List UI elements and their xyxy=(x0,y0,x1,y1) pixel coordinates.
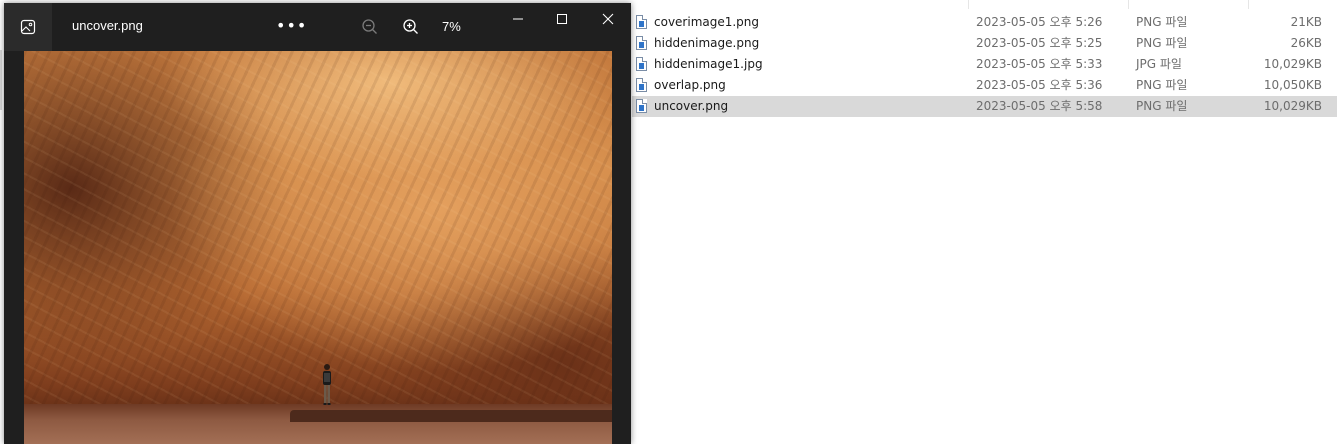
file-type: PNG 파일 xyxy=(1136,78,1188,92)
image-file-icon xyxy=(636,78,647,92)
pane-edge xyxy=(0,50,2,110)
image-file-icon xyxy=(636,36,647,50)
file-name: uncover.png xyxy=(654,99,729,113)
file-row-overlap[interactable]: overlap.png 2023-05-05 오후 5:36 PNG 파일 10… xyxy=(632,75,1337,96)
file-size: 21KB xyxy=(1290,15,1322,29)
screen: coverimage1.png 2023-05-05 오후 5:26 PNG 파… xyxy=(0,0,1337,444)
file-size: 10,050KB xyxy=(1263,78,1322,92)
file-date: 2023-05-05 오후 5:36 xyxy=(976,78,1103,92)
close-icon xyxy=(602,13,614,25)
column-separator[interactable] xyxy=(1248,0,1249,9)
file-size: 10,029KB xyxy=(1263,57,1322,71)
file-size: 26KB xyxy=(1290,36,1322,50)
zoom-out-icon xyxy=(362,19,377,34)
file-date: 2023-05-05 오후 5:26 xyxy=(976,15,1103,29)
file-row-coverimage1[interactable]: coverimage1.png 2023-05-05 오후 5:26 PNG 파… xyxy=(632,12,1337,33)
image-file-icon xyxy=(636,99,647,113)
file-type: PNG 파일 xyxy=(1136,99,1188,113)
minimize-icon xyxy=(513,18,523,20)
displayed-photo[interactable] xyxy=(24,51,612,444)
maximize-button[interactable] xyxy=(539,3,585,35)
file-row-uncover[interactable]: uncover.png 2023-05-05 오후 5:58 PNG 파일 10… xyxy=(632,96,1337,117)
file-date: 2023-05-05 오후 5:58 xyxy=(976,99,1103,113)
maximize-icon xyxy=(557,14,567,24)
zoom-in-icon xyxy=(403,19,418,34)
file-name: hiddenimage1.jpg xyxy=(654,57,763,71)
image-file-icon xyxy=(636,15,647,29)
column-separator[interactable] xyxy=(1128,0,1129,9)
photos-icon[interactable] xyxy=(4,3,52,51)
standing-person xyxy=(323,364,331,405)
file-date: 2023-05-05 오후 5:25 xyxy=(976,36,1103,50)
minimize-button[interactable] xyxy=(495,3,541,35)
title-bar[interactable]: uncover.png ••• 7% xyxy=(4,3,631,51)
file-name: overlap.png xyxy=(654,78,726,92)
file-row-hiddenimage[interactable]: hiddenimage.png 2023-05-05 오후 5:25 PNG 파… xyxy=(632,33,1337,54)
more-options-button[interactable]: ••• xyxy=(276,15,306,39)
zoom-level[interactable]: 7% xyxy=(442,19,461,34)
file-size: 10,029KB xyxy=(1263,99,1322,113)
column-separator[interactable] xyxy=(968,0,969,9)
rock-texture xyxy=(24,51,612,444)
image-file-icon xyxy=(636,57,647,71)
file-name: coverimage1.png xyxy=(654,15,760,29)
file-type: PNG 파일 xyxy=(1136,36,1188,50)
window-title: uncover.png xyxy=(72,18,143,33)
zoom-out-button[interactable] xyxy=(360,17,380,37)
zoom-in-button[interactable] xyxy=(401,17,421,37)
file-type: PNG 파일 xyxy=(1136,15,1188,29)
file-date: 2023-05-05 오후 5:33 xyxy=(976,57,1103,71)
file-list: coverimage1.png 2023-05-05 오후 5:26 PNG 파… xyxy=(632,12,1337,117)
file-type: JPG 파일 xyxy=(1136,57,1182,71)
file-name: hiddenimage.png xyxy=(654,36,760,50)
close-button[interactable] xyxy=(585,3,631,35)
photo-viewer-window: uncover.png ••• 7% xyxy=(4,3,631,444)
file-row-hiddenimage1[interactable]: hiddenimage1.jpg 2023-05-05 오후 5:33 JPG … xyxy=(632,54,1337,75)
rock-ledge xyxy=(290,410,612,422)
